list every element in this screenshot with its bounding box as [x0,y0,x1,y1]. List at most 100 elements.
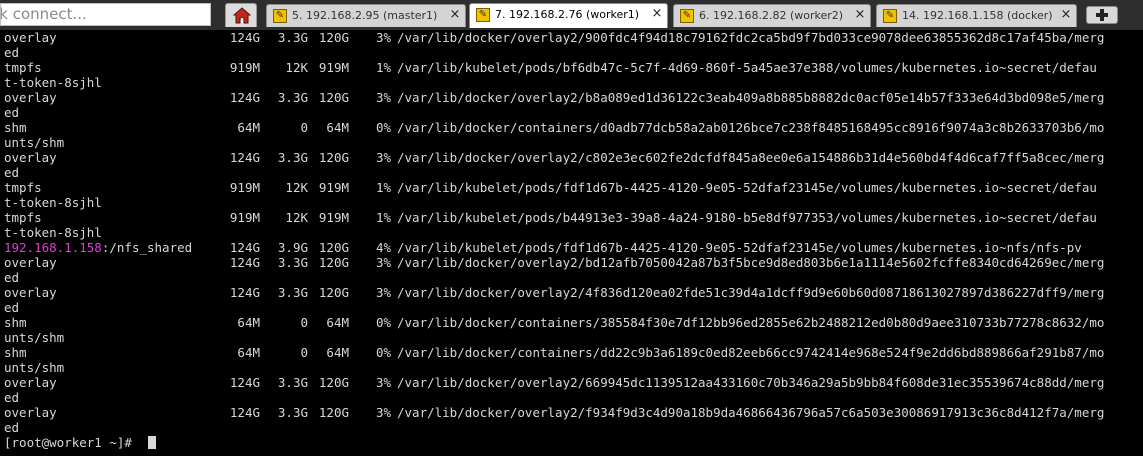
df-row: overlay 124G 3.3G 120G 3% /var/lib/docker/ove… [0,405,1143,420]
tab-label: 14. 192.168.1.158 (docker) [902,9,1053,22]
used-value: 3.3G [277,90,308,105]
df-row: tmpfs 919M 12K 919M 1% /var/lib/kubelet/pods/… [0,210,1143,225]
df-row-wrap: unts/shm [0,360,1143,375]
mount-point-wrapped: ed [4,105,20,120]
mount-point-wrapped: ed [4,165,20,180]
use-percent: 0% [375,315,391,330]
df-row: shm 64M 0 64M 0% /var/lib/docker/containers/3… [0,315,1143,330]
mount-point: /var/lib/docker/overlay2/f934f9d3c4d90a1… [397,405,1105,420]
use-percent: 0% [375,120,391,135]
mount-point-wrapped: unts/shm [4,330,65,345]
df-row-wrap: ed [0,420,1143,435]
use-percent: 3% [375,405,391,420]
tab-docker[interactable]: ✎ 14. 192.168.1.158 (docker) × [876,4,1077,27]
plus-icon [1096,9,1108,21]
use-percent: 3% [375,30,391,45]
used-value: 12K [285,210,308,225]
filesystem-name: tmpfs [4,180,42,195]
filesystem-name: overlay [4,150,57,165]
mount-point: /var/lib/docker/overlay2/bd12afb7050042a… [397,255,1105,270]
df-row: overlay 124G 3.3G 120G 3% /var/lib/docker/ove… [0,285,1143,300]
use-percent: 3% [375,255,391,270]
filesystem-name: tmpfs [4,210,42,225]
session-wrench-icon: ✎ [476,8,490,22]
mount-point-wrapped: ed [4,390,20,405]
tab-worker2[interactable]: ✎ 6. 192.168.2.82 (worker2) × [673,4,871,27]
tab-worker1[interactable]: ✎ 7. 192.168.2.76 (worker1) × [469,3,668,28]
tab-master1[interactable]: ✎ 5. 192.168.2.95 (master1) × [266,4,466,27]
size-value: 64M [237,315,260,330]
filesystem-name: shm [4,345,27,360]
df-row: overlay 124G 3.3G 120G 3% /var/lib/docker/ove… [0,255,1143,270]
nfs-host: 192.168.1.158 [4,240,102,255]
avail-value: 120G [318,30,349,45]
shell-prompt: [root@worker1 ~]# [4,435,140,450]
filesystem-name: shm [4,315,27,330]
used-value: 0 [300,315,308,330]
avail-value: 120G [318,375,349,390]
df-row-wrap: unts/shm [0,135,1143,150]
home-tab[interactable] [225,3,257,27]
df-row: 192.168.1.158:/nfs_shared 124G 3.9G 120G 4% /… [0,240,1143,255]
used-value: 3.9G [277,240,308,255]
df-row-wrap: ed [0,390,1143,405]
filesystem-name: tmpfs [4,60,42,75]
avail-value: 919M [318,210,349,225]
mount-point: /var/lib/docker/containers/385584f30e7df… [397,315,1105,330]
avail-value: 919M [318,60,349,75]
mount-point-wrapped: t-token-8sjhl [4,75,102,90]
use-percent: 3% [375,285,391,300]
mount-point: /var/lib/docker/overlay2/b8a089ed1d36122… [397,90,1105,105]
size-value: 919M [229,210,260,225]
size-value: 64M [237,120,260,135]
tab-close-icon[interactable]: × [853,8,867,22]
df-row: shm 64M 0 64M 0% /var/lib/docker/containers/d… [0,120,1143,135]
df-row-wrap: ed [0,45,1143,60]
df-row: overlay 124G 3.3G 120G 3% /var/lib/docker/ove… [0,150,1143,165]
df-row-wrap: t-token-8sjhl [0,195,1143,210]
df-row-wrap: t-token-8sjhl [0,225,1143,240]
quick-connect-placeholder: ck connect... [0,5,87,23]
used-value: 12K [285,60,308,75]
df-row: overlay 124G 3.3G 120G 3% /var/lib/docker/ove… [0,30,1143,45]
mount-point-wrapped: t-token-8sjhl [4,225,102,240]
df-row: tmpfs 919M 12K 919M 1% /var/lib/kubelet/pods/… [0,60,1143,75]
tab-close-icon[interactable]: × [1059,8,1073,22]
mount-point-wrapped: unts/shm [4,135,65,150]
terminal-output[interactable]: overlay 124G 3.3G 120G 3% /var/lib/docker/ove… [0,30,1143,456]
used-value: 3.3G [277,30,308,45]
df-row-wrap: ed [0,300,1143,315]
use-percent: 3% [375,90,391,105]
df-row: overlay 124G 3.3G 120G 3% /var/lib/docker/ove… [0,375,1143,390]
df-row-wrap: ed [0,270,1143,285]
avail-value: 120G [318,285,349,300]
tab-close-icon[interactable]: × [650,7,664,21]
used-value: 3.3G [277,405,308,420]
use-percent: 0% [375,345,391,360]
mount-point: /var/lib/docker/overlay2/669945dc1139512… [397,375,1105,390]
new-tab-button[interactable] [1086,6,1118,24]
nfs-path: :/nfs_shared [101,240,193,255]
avail-value: 64M [326,345,349,360]
df-row-wrap: unts/shm [0,330,1143,345]
text-cursor [148,436,156,449]
use-percent: 3% [375,375,391,390]
tab-close-icon[interactable]: × [448,8,462,22]
filesystem-name: overlay [4,30,57,45]
df-row-wrap: t-token-8sjhl [0,75,1143,90]
size-value: 64M [237,345,260,360]
used-value: 0 [300,120,308,135]
tab-bar: ck connect... ✎ 5. 192.168.2.95 (master1… [0,0,1143,30]
mount-point: /var/lib/kubelet/pods/b44913e3-39a8-4a24… [397,210,1097,225]
quick-connect-input[interactable]: ck connect... [0,3,211,26]
use-percent: 1% [375,210,391,225]
used-value: 3.3G [277,255,308,270]
mount-point: /var/lib/kubelet/pods/fdf1d67b-4425-4120… [397,240,1082,255]
use-percent: 1% [375,60,391,75]
mount-point-wrapped: ed [4,300,20,315]
prompt-line[interactable]: [root@worker1 ~]# [0,435,1143,450]
used-value: 3.3G [277,150,308,165]
mount-point: /var/lib/docker/overlay2/900fdc4f94d18c7… [397,30,1105,45]
avail-value: 64M [326,120,349,135]
avail-value: 64M [326,315,349,330]
